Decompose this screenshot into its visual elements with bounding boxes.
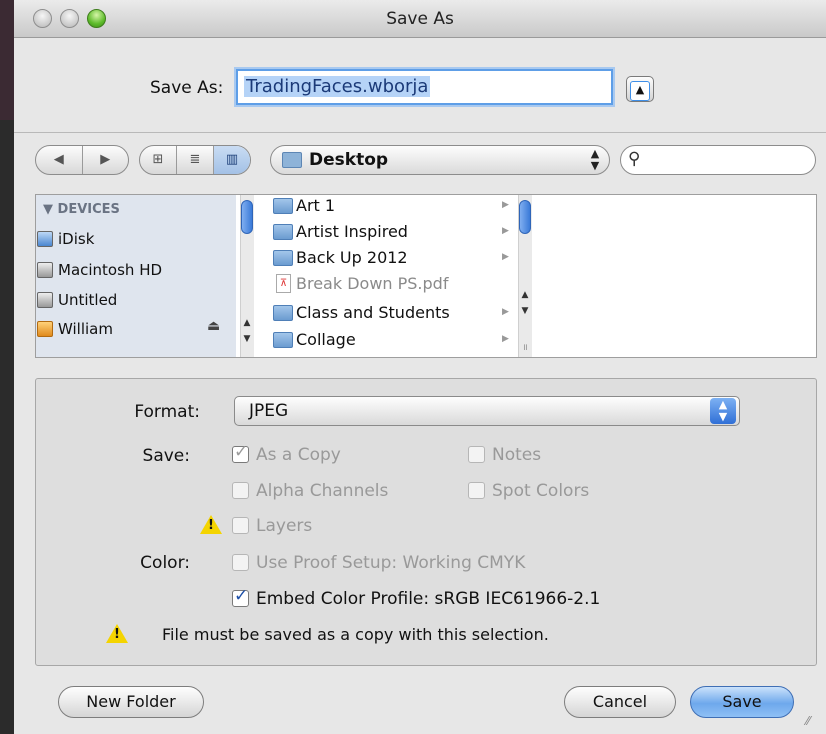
- sidebar-item-macintosh-hd[interactable]: Macintosh HD: [58, 259, 162, 281]
- folder-icon: [273, 198, 293, 214]
- folder-icon: [282, 152, 302, 168]
- window-title: Save As: [386, 9, 454, 29]
- alpha-channels-label: Alpha Channels: [256, 481, 389, 501]
- as-a-copy-label: As a Copy: [256, 445, 341, 465]
- file-item-back-up-2012[interactable]: Back Up 2012: [296, 246, 408, 270]
- layers-label: Layers: [256, 516, 313, 536]
- sidebar-header-label: DEVICES: [57, 202, 120, 217]
- sidebar-item-untitled[interactable]: Untitled: [58, 289, 117, 311]
- column-scroll-thumb[interactable]: [519, 200, 531, 234]
- view-mode-control: ⊞ ≣ ▥: [139, 145, 251, 175]
- new-folder-button[interactable]: New Folder: [58, 686, 204, 718]
- drive-icon: [37, 292, 53, 308]
- use-proof-setup-label: Use Proof Setup: Working CMYK: [256, 553, 526, 573]
- embed-color-profile-label: Embed Color Profile: sRGB IEC61966-2.1: [256, 589, 601, 609]
- chevron-right-icon: ▶: [502, 252, 509, 262]
- folder-icon: [273, 305, 293, 321]
- warning-glyph: !: [114, 627, 120, 642]
- layers-checkbox: [232, 517, 249, 534]
- file-item-artist-inspired[interactable]: Artist Inspired: [296, 220, 408, 244]
- chevron-right-icon: ▶: [502, 334, 509, 344]
- alpha-channels-checkbox: [232, 482, 249, 499]
- notes-label: Notes: [492, 445, 542, 465]
- sidebar-header-devices[interactable]: ▼ DEVICES: [43, 202, 120, 217]
- eject-icon[interactable]: ⏏: [207, 318, 220, 334]
- divider: [14, 132, 826, 133]
- chevron-right-icon: ▶: [502, 226, 509, 236]
- sidebar-scroll-thumb[interactable]: [241, 200, 253, 234]
- use-proof-setup-checkbox: [232, 554, 249, 571]
- user-drive-icon: [37, 321, 53, 337]
- filename-value: TradingFaces.wborja: [244, 76, 431, 97]
- format-label: Format:: [134, 402, 200, 422]
- notes-checkbox: [468, 446, 485, 463]
- chevron-right-icon: ▶: [502, 307, 509, 317]
- idisk-icon: [37, 231, 53, 247]
- save-as-label: Save As:: [150, 78, 224, 98]
- search-icon: ⚲: [628, 149, 641, 169]
- background-window-edge-lower: [0, 120, 14, 734]
- expand-collapse-button[interactable]: ▲: [626, 76, 654, 102]
- column-view-icon[interactable]: ▥: [214, 146, 250, 174]
- folder-icon: [273, 250, 293, 266]
- file-item-class-and-students[interactable]: Class and Students: [296, 301, 450, 325]
- sidebar-item-william[interactable]: William: [58, 318, 113, 340]
- warning-glyph: !: [208, 518, 214, 533]
- pdf-file-icon: ⊼: [276, 274, 291, 293]
- location-popup[interactable]: Desktop: [270, 145, 610, 175]
- color-label: Color:: [140, 553, 190, 573]
- column-resize-handle-icon[interactable]: ॥: [518, 340, 532, 353]
- scroll-up-arrow-icon[interactable]: ▲: [518, 290, 532, 300]
- folder-icon: [273, 332, 293, 348]
- save-options-label: Save:: [142, 446, 190, 466]
- save-button[interactable]: Save: [690, 686, 794, 718]
- search-field[interactable]: [620, 145, 816, 175]
- chevron-right-icon: ▶: [502, 200, 509, 210]
- cancel-button[interactable]: Cancel: [564, 686, 676, 718]
- icon-view-icon[interactable]: ⊞: [140, 146, 177, 174]
- spot-colors-label: Spot Colors: [492, 481, 590, 501]
- list-view-icon[interactable]: ≣: [177, 146, 214, 174]
- forward-arrow-icon[interactable]: ▶: [83, 146, 129, 174]
- embed-color-profile-checkbox[interactable]: ✓: [232, 586, 249, 607]
- resize-grip-icon[interactable]: ⁄⁄: [806, 714, 810, 728]
- location-popup-arrows-icon[interactable]: ▲ ▼: [584, 146, 606, 174]
- back-arrow-icon[interactable]: ◀: [36, 146, 83, 174]
- scroll-down-arrow-icon[interactable]: ▼: [518, 306, 532, 316]
- as-a-copy-checkbox: ✓: [232, 442, 249, 463]
- format-popup-arrows-icon[interactable]: ▲ ▼: [710, 398, 736, 424]
- back-forward-control: ◀ ▶: [35, 145, 129, 175]
- format-popup[interactable]: JPEG: [234, 396, 740, 426]
- copy-warning-message: File must be saved as a copy with this s…: [162, 625, 549, 644]
- scroll-up-arrow-icon[interactable]: ▲: [240, 318, 254, 328]
- file-item-art-1[interactable]: Art 1: [296, 194, 335, 218]
- folder-icon: [273, 224, 293, 240]
- scroll-down-arrow-icon[interactable]: ▼: [240, 334, 254, 344]
- spot-colors-checkbox: [468, 482, 485, 499]
- file-item-collage[interactable]: Collage: [296, 328, 356, 352]
- disclosure-triangle-icon: ▲: [630, 81, 650, 101]
- hard-drive-icon: [37, 262, 53, 278]
- file-item-break-down-ps-pdf: Break Down PS.pdf: [296, 274, 449, 293]
- filename-field[interactable]: TradingFaces.wborja: [236, 69, 613, 105]
- sidebar-item-idisk[interactable]: iDisk: [58, 228, 94, 250]
